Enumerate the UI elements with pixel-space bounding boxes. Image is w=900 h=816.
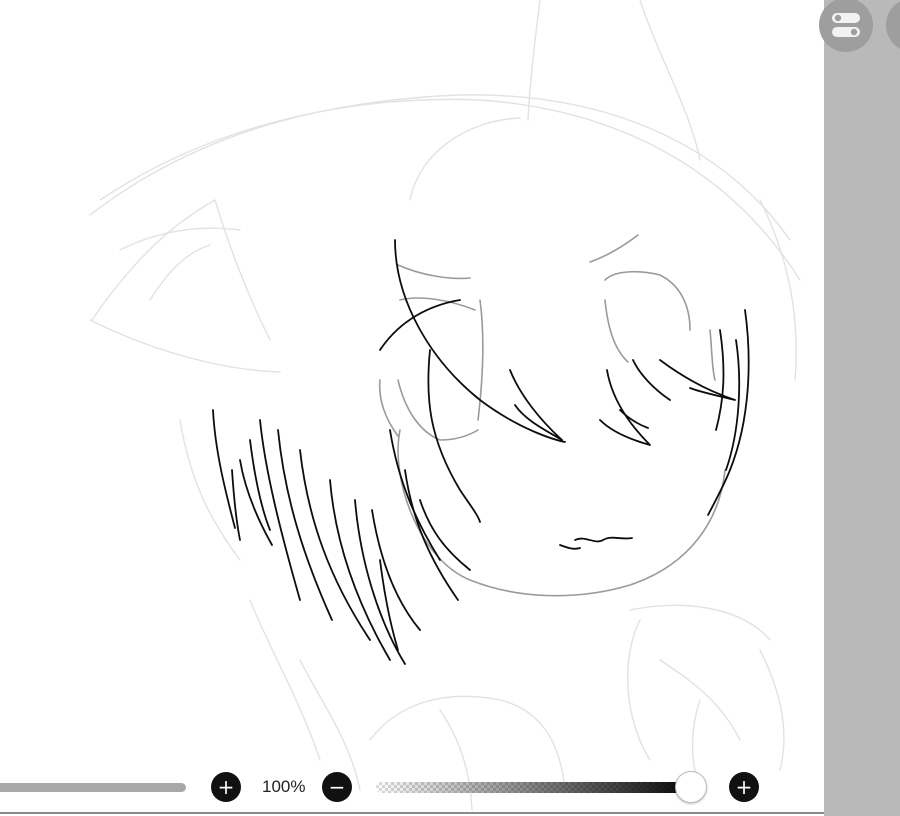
minus-icon: − xyxy=(328,775,346,799)
plus-icon: + xyxy=(735,775,753,799)
opacity-gradient xyxy=(376,782,700,793)
drawing-canvas[interactable] xyxy=(0,0,824,816)
toggle-switches-icon xyxy=(832,13,860,37)
zoom-out-button[interactable]: − xyxy=(322,772,352,802)
brush-opacity-slider[interactable] xyxy=(376,782,700,793)
layers-toggle-button[interactable] xyxy=(819,0,873,52)
sketch-layer xyxy=(89,0,801,811)
drawing-app: + 100% − + xyxy=(0,0,900,816)
size-increase-button[interactable]: + xyxy=(211,772,241,802)
brush-size-slider[interactable] xyxy=(0,783,186,792)
bottom-divider xyxy=(0,812,824,814)
opacity-increase-button[interactable]: + xyxy=(729,772,759,802)
canvas-artwork xyxy=(89,0,801,811)
right-side-panel xyxy=(824,0,900,816)
plus-icon: + xyxy=(217,775,235,799)
zoom-level-label: 100% xyxy=(262,777,306,796)
